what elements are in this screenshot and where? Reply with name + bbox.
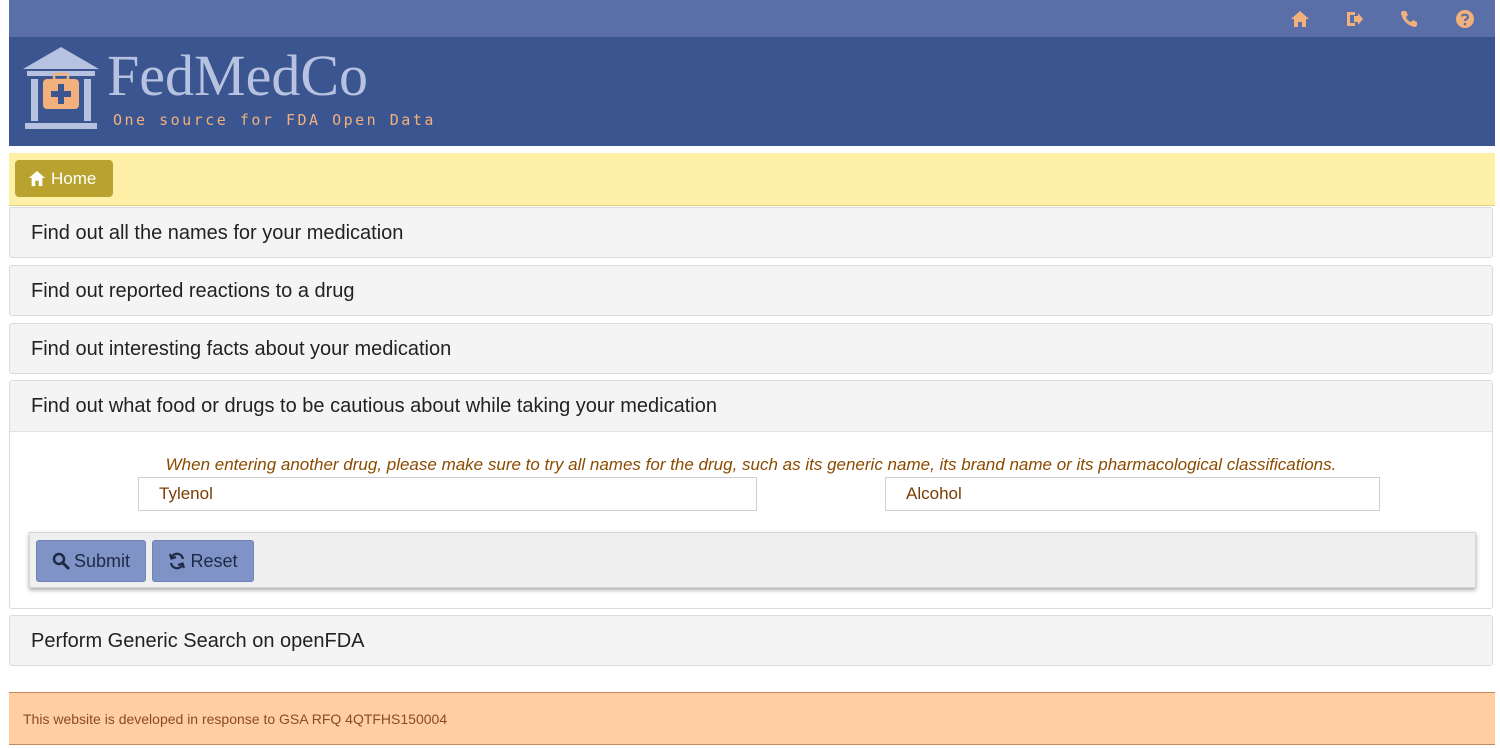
site-footer: This website is developed in response to…	[9, 692, 1495, 745]
panel-food-drug-interactions: Find out what food or drugs to be cautio…	[9, 380, 1493, 609]
brand-tagline: One source for FDA Open Data	[113, 111, 436, 129]
panel-title: Find out interesting facts about your me…	[31, 338, 452, 360]
reset-button[interactable]: Reset	[152, 540, 254, 582]
logo-building-icon	[23, 47, 99, 129]
top-utility-bar	[9, 0, 1495, 37]
help-icon[interactable]	[1455, 9, 1475, 29]
panel-drug-reactions[interactable]: Find out reported reactions to a drug	[9, 265, 1493, 316]
drug-two-input[interactable]: Alcohol	[885, 477, 1380, 511]
panel-title: Find out reported reactions to a drug	[31, 280, 355, 302]
drug-one-input[interactable]: Tylenol	[138, 477, 757, 511]
refresh-icon	[169, 552, 186, 570]
home-breadcrumb-label: Home	[51, 168, 97, 188]
home-breadcrumb-button[interactable]: Home	[15, 160, 113, 197]
search-hint: When entering another drug, please make …	[165, 455, 1337, 474]
form-action-bar: Submit Reset	[29, 532, 1476, 588]
search-icon	[52, 552, 70, 570]
submit-button[interactable]: Submit	[36, 540, 146, 582]
reset-label: Reset	[190, 550, 238, 571]
panel-header[interactable]: Find out what food or drugs to be cautio…	[10, 381, 1492, 432]
brand-name: FedMedCo	[107, 43, 368, 108]
panel-generic-search[interactable]: Perform Generic Search on openFDA	[9, 615, 1493, 666]
home-icon[interactable]	[1290, 9, 1310, 29]
panel-medication-names[interactable]: Find out all the names for your medicati…	[9, 207, 1493, 258]
panel-title: Find out all the names for your medicati…	[31, 222, 404, 244]
breadcrumb: Home	[9, 153, 1495, 206]
site-header: FedMedCo One source for FDA Open Data	[9, 37, 1495, 146]
panel-title: Find out what food or drugs to be cautio…	[31, 395, 717, 417]
submit-label: Submit	[73, 550, 131, 571]
footer-text: This website is developed in response to…	[23, 711, 448, 727]
phone-icon[interactable]	[1399, 9, 1419, 29]
panel-title: Perform Generic Search on openFDA	[31, 630, 365, 652]
logout-icon[interactable]	[1344, 9, 1364, 29]
home-icon	[28, 170, 46, 187]
panel-medication-facts[interactable]: Find out interesting facts about your me…	[9, 323, 1493, 374]
